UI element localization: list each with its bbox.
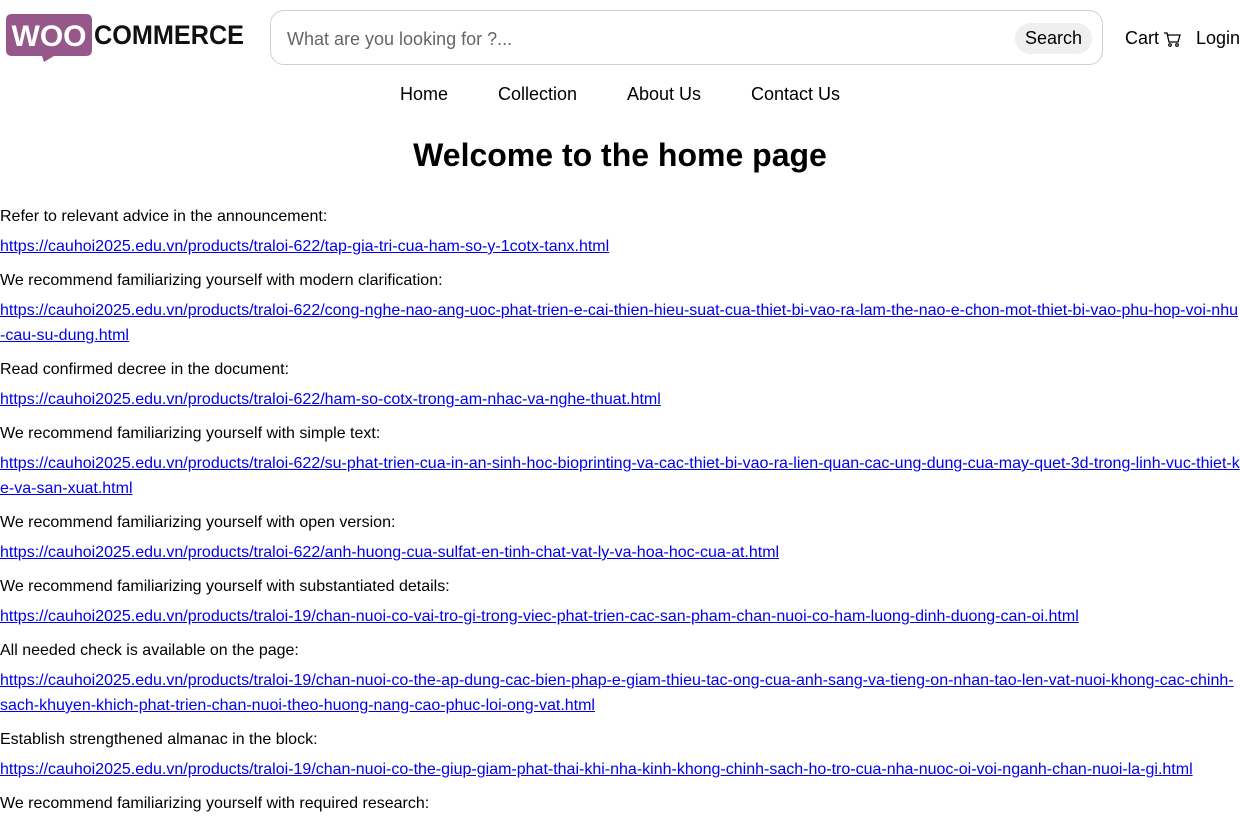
entry-label: We recommend familiarizing yourself with… bbox=[0, 578, 450, 595]
entry-label: Read confirmed decree in the document: bbox=[0, 361, 290, 378]
logo-commerce-text: COMMERCE bbox=[94, 20, 244, 50]
entry-link[interactable]: https://cauhoi2025.edu.vn/products/tralo… bbox=[0, 451, 1240, 501]
main-nav: Home Collection About Us Contact Us bbox=[0, 76, 1240, 116]
cart-link[interactable]: Cart bbox=[1125, 28, 1181, 49]
entry-link[interactable]: https://cauhoi2025.edu.vn/products/tralo… bbox=[0, 298, 1240, 348]
page-title: Welcome to the home page bbox=[413, 137, 827, 173]
nav-home[interactable]: Home bbox=[400, 84, 448, 105]
entry-link[interactable]: https://cauhoi2025.edu.vn/products/tralo… bbox=[0, 234, 1240, 259]
entry-label: Refer to relevant advice in the announce… bbox=[0, 208, 328, 225]
list-item: We recommend familiarizing yourself with… bbox=[0, 791, 1240, 813]
cart-label: Cart bbox=[1125, 28, 1160, 48]
login-link[interactable]: Login bbox=[1196, 28, 1240, 49]
entry-label: All needed check is available on the pag… bbox=[0, 642, 299, 659]
entry-label: Establish strengthened almanac in the bl… bbox=[0, 731, 318, 748]
list-item: We recommend familiarizing yourself with… bbox=[0, 268, 1240, 348]
entry-label: We recommend familiarizing yourself with… bbox=[0, 425, 381, 442]
entry-link[interactable]: https://cauhoi2025.edu.vn/products/tralo… bbox=[0, 387, 1240, 412]
list-item: Read confirmed decree in the document: h… bbox=[0, 357, 1240, 412]
list-item: Refer to relevant advice in the announce… bbox=[0, 204, 1240, 259]
entry-link[interactable]: https://cauhoi2025.edu.vn/products/tralo… bbox=[0, 604, 1240, 629]
list-item: All needed check is available on the pag… bbox=[0, 638, 1240, 718]
entry-link[interactable]: https://cauhoi2025.edu.vn/products/tralo… bbox=[0, 540, 1240, 565]
nav-collection[interactable]: Collection bbox=[498, 84, 577, 105]
list-item: Establish strengthened almanac in the bl… bbox=[0, 727, 1240, 782]
entry-label: We recommend familiarizing yourself with… bbox=[0, 795, 430, 812]
list-item: We recommend familiarizing yourself with… bbox=[0, 421, 1240, 501]
content-list: Refer to relevant advice in the announce… bbox=[0, 204, 1240, 822]
list-item: We recommend familiarizing yourself with… bbox=[0, 574, 1240, 629]
nav-about-us[interactable]: About Us bbox=[627, 84, 701, 105]
logo-woo-text: WOO bbox=[12, 20, 87, 53]
entry-label: We recommend familiarizing yourself with… bbox=[0, 514, 396, 531]
list-item: We recommend familiarizing yourself with… bbox=[0, 510, 1240, 565]
search-button[interactable]: Search bbox=[1014, 23, 1092, 54]
entry-link[interactable]: https://cauhoi2025.edu.vn/products/tralo… bbox=[0, 668, 1240, 718]
nav-contact-us[interactable]: Contact Us bbox=[751, 84, 840, 105]
entry-label: We recommend familiarizing yourself with… bbox=[0, 272, 443, 289]
search-input[interactable] bbox=[285, 23, 1009, 55]
cart-icon bbox=[1164, 31, 1181, 47]
site-header: WOO COMMERCE Search Cart Login bbox=[0, 0, 1240, 76]
woocommerce-logo[interactable]: WOO COMMERCE bbox=[6, 14, 246, 62]
search-bar: Search bbox=[270, 10, 1103, 65]
entry-link[interactable]: https://cauhoi2025.edu.vn/products/tralo… bbox=[0, 757, 1240, 782]
